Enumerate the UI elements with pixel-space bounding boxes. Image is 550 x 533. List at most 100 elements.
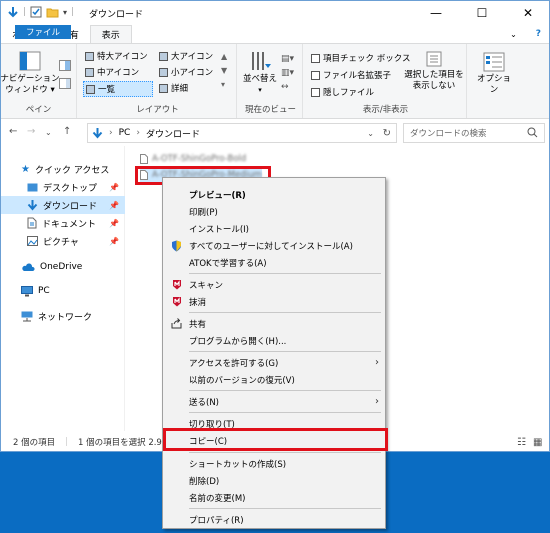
preview-pane-icon[interactable] [59, 60, 71, 71]
layout-medium-icons[interactable]: 中アイコン [85, 66, 139, 78]
nav-item-quick-access[interactable]: ★ クイック アクセス [1, 160, 125, 178]
ribbon-group-current-view: 並べ替え ▾ ▤▾ ▥▾ ↔ 現在のビュー [239, 44, 303, 118]
menu-item-atok-learn[interactable]: ATOKで学習する(A) [163, 254, 385, 271]
menu-separator [189, 312, 381, 313]
details-pane-icon[interactable] [59, 78, 71, 89]
layout-small-icons[interactable]: 小アイコン [159, 66, 213, 78]
menu-item-preview[interactable]: プレビュー(R) [163, 186, 385, 203]
file-name: A-OTF-ShinGoPro-Bold [152, 154, 247, 164]
pin-icon[interactable]: 📌 [109, 237, 119, 246]
hidden-files-toggle[interactable]: 隠しファイル [311, 86, 374, 98]
pin-icon[interactable]: 📌 [109, 183, 119, 192]
status-selected: 1 個の項目を選択 2.96 [78, 438, 168, 448]
breadcrumb-downloads[interactable]: ダウンロード [146, 127, 200, 140]
menu-item-label: 印刷(P) [189, 207, 218, 218]
maximize-button[interactable]: ☐ [459, 1, 505, 25]
properties-icon[interactable] [30, 6, 42, 18]
layout-extra-large-icons[interactable]: 特大アイコン [85, 50, 148, 62]
close-button[interactable]: ✕ [505, 1, 549, 25]
file-extensions-toggle[interactable]: ファイル名拡張子 [311, 69, 391, 81]
nav-item-network[interactable]: ネットワーク [1, 307, 125, 325]
hide-selected-button[interactable]: 選択した項目を 表示しない [403, 50, 465, 92]
nav-item-label: PC [38, 286, 50, 296]
menu-separator [189, 351, 381, 352]
menu-item-create-shortcut[interactable]: ショートカットの作成(S) [163, 455, 385, 472]
group-by-icon[interactable]: ▤▾ ▥▾ ↔ [281, 52, 294, 94]
menu-item-shred[interactable]: 抹消 [163, 293, 385, 310]
tab-view[interactable]: 表示 [89, 25, 132, 43]
forward-icon[interactable]: → [27, 126, 35, 137]
ribbon-group-show-hide: 項目チェック ボックス ファイル名拡張子 隠しファイル 選択した項目を 表示しな… [305, 44, 467, 118]
options-label: オプション [476, 74, 511, 95]
pin-icon[interactable]: 📌 [109, 201, 119, 210]
menu-item-properties[interactable]: プロパティ(R) [163, 511, 385, 528]
checkbox[interactable] [311, 70, 320, 80]
large-icons-view-icon[interactable]: ▦ [533, 437, 542, 448]
menu-item-install-all-users[interactable]: すべてのユーザーに対してインストール(A) [163, 237, 385, 254]
menu-item-send-to[interactable]: 送る(N) › [163, 393, 385, 410]
menu-item-open-with[interactable]: プログラムから開く(H)... [163, 332, 385, 349]
layout-item-label: 一覧 [98, 85, 116, 95]
ribbon-group-label: 表示/非表示 [362, 105, 409, 115]
breadcrumb-separator: › [109, 128, 113, 138]
checkbox[interactable] [311, 53, 320, 63]
menu-item-restore-versions[interactable]: 以前のバージョンの復元(V) [163, 371, 385, 388]
nav-item-label: ドキュメント [42, 219, 97, 230]
menu-item-rename[interactable]: 名前の変更(M) [163, 489, 385, 506]
list-item[interactable]: A-OTF-ShinGoPro-Bold [140, 152, 246, 166]
recent-locations-icon[interactable]: ⌄ [45, 128, 52, 137]
item-checkboxes-toggle[interactable]: 項目チェック ボックス [311, 52, 410, 64]
menu-item-print[interactable]: 印刷(P) [163, 203, 385, 220]
status-item-count: 2 個の項目 [13, 438, 56, 448]
menu-separator [189, 452, 381, 453]
menu-item-give-access[interactable]: アクセスを許可する(G) › [163, 354, 385, 371]
nav-item-pc[interactable]: PC [1, 282, 125, 300]
menu-item-scan[interactable]: スキャン [163, 276, 385, 293]
menu-item-delete[interactable]: 削除(D) [163, 472, 385, 489]
options-button[interactable]: オプション [473, 52, 515, 96]
back-icon[interactable]: ← [9, 126, 17, 137]
nav-item-documents[interactable]: ドキュメント 📌 [1, 214, 125, 232]
layout-large-icons[interactable]: 大アイコン [159, 50, 213, 62]
computer-icon [21, 285, 33, 296]
minimize-button[interactable]: — [413, 1, 459, 25]
hide-selected-icon [426, 51, 442, 67]
nav-item-label: ピクチャ [43, 237, 79, 248]
details-view-icon[interactable]: ☷ [517, 437, 526, 448]
search-box[interactable]: ダウンロードの検索 [403, 123, 545, 143]
menu-item-share[interactable]: 共有 [163, 315, 385, 332]
dropdown-icon: ▾ [258, 86, 262, 94]
ribbon-collapse-icon[interactable]: ⌄ [499, 25, 528, 43]
new-folder-icon[interactable] [46, 6, 59, 18]
layout-list[interactable]: 一覧 [83, 81, 153, 97]
address-bar[interactable]: › PC › ダウンロード ⌄ ↻ [87, 123, 397, 143]
nav-item-downloads[interactable]: ダウンロード 📌 [1, 196, 125, 214]
up-icon[interactable]: ↑ [63, 126, 71, 137]
share-icon [170, 317, 183, 330]
breadcrumb-pc[interactable]: PC [119, 128, 131, 138]
font-file-icon [140, 154, 148, 164]
menu-item-label: アクセスを許可する(G) [189, 358, 279, 369]
menu-item-label: プレビュー(R) [189, 190, 246, 201]
tab-file[interactable]: ファイル [15, 25, 72, 39]
pin-icon[interactable]: 📌 [109, 219, 119, 228]
breadcrumb-separator: › [136, 128, 140, 138]
navigation-pane-button[interactable]: ナビゲーション ウィンドウ ▾ [1, 50, 60, 96]
help-icon[interactable]: ? [528, 25, 549, 43]
checkbox[interactable] [311, 87, 320, 97]
list-icon [86, 84, 95, 94]
context-menu: プレビュー(R) 印刷(P) インストール(I) すべてのユーザーに対してインス… [162, 177, 386, 529]
menu-item-label: 抹消 [189, 297, 207, 308]
address-dropdown-icon[interactable]: ⌄ [367, 129, 374, 138]
nav-item-onedrive[interactable]: OneDrive [1, 258, 125, 276]
nav-item-pictures[interactable]: ピクチャ 📌 [1, 232, 125, 250]
customize-qat-icon[interactable]: ▾ [63, 8, 67, 17]
menu-item-label: 共有 [189, 319, 207, 330]
down-arrow-icon[interactable] [7, 6, 19, 18]
sort-by-button[interactable]: 並べ替え ▾ [241, 50, 279, 96]
layout-details[interactable]: 詳細 [159, 82, 188, 94]
nav-item-desktop[interactable]: デスクトップ 📌 [1, 178, 125, 196]
menu-item-install[interactable]: インストール(I) [163, 220, 385, 237]
layout-scroll-icon[interactable]: ▲ ▼ ▾ [221, 50, 227, 92]
refresh-icon[interactable]: ↻ [383, 128, 391, 139]
